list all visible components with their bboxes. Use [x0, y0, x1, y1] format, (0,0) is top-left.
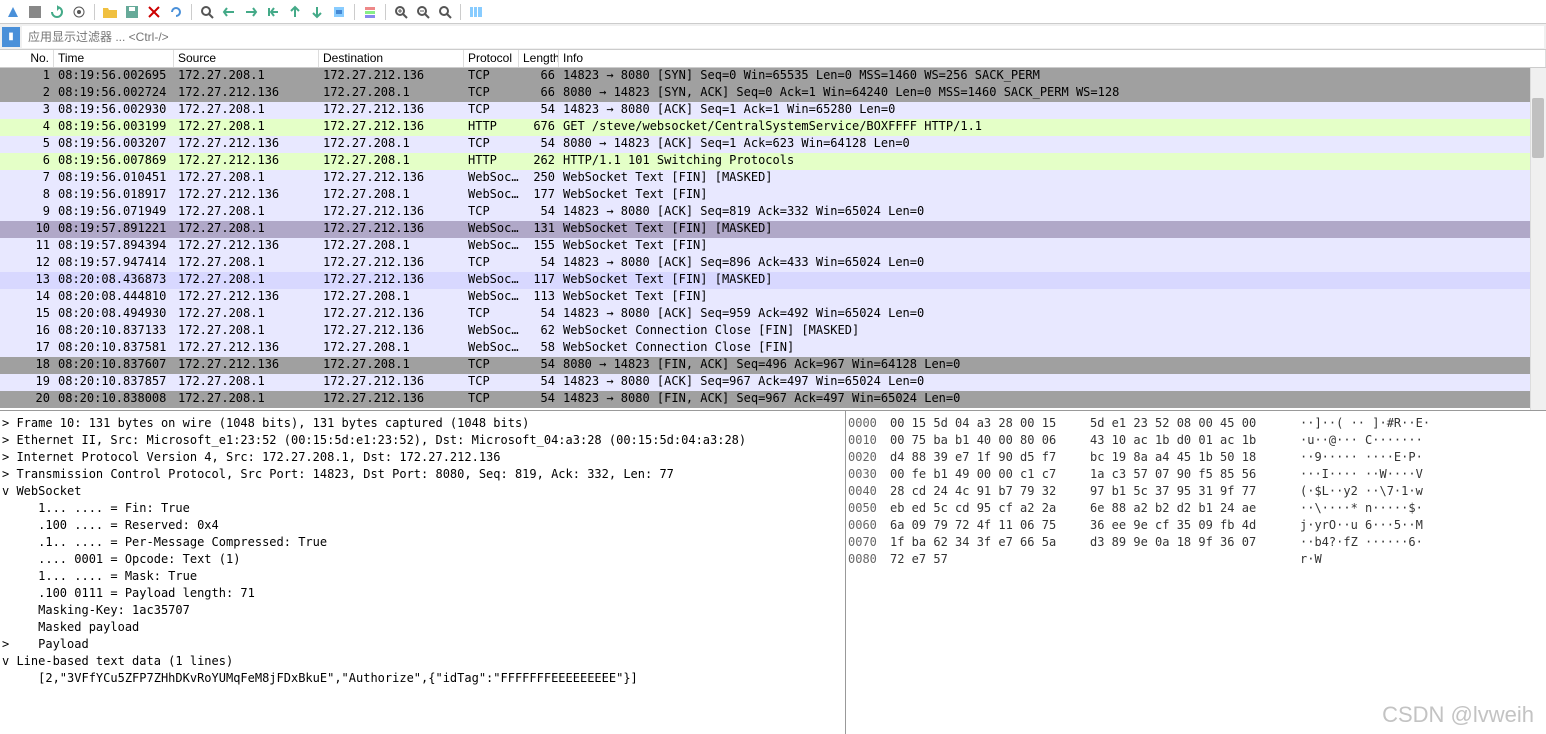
stop-icon[interactable] [26, 3, 44, 21]
hex-row[interactable]: 001000 75 ba b1 40 00 80 0643 10 ac 1b d… [848, 432, 1544, 449]
packet-row[interactable]: 1908:20:10.837857172.27.208.1172.27.212.… [0, 374, 1546, 391]
scrollbar-track[interactable] [1530, 68, 1546, 410]
packet-row[interactable]: 108:19:56.002695172.27.208.1172.27.212.1… [0, 68, 1546, 85]
scrollbar-thumb[interactable] [1532, 98, 1544, 158]
tree-line[interactable]: Masking-Key: 1ac35707 [2, 602, 843, 619]
packet-row[interactable]: 1008:19:57.891221172.27.208.1172.27.212.… [0, 221, 1546, 238]
zoom-out-icon[interactable] [414, 3, 432, 21]
packet-row[interactable]: 308:19:56.002930172.27.208.1172.27.212.1… [0, 102, 1546, 119]
tree-line[interactable]: .100 .... = Reserved: 0x4 [2, 517, 843, 534]
packet-row[interactable]: 1308:20:08.436873172.27.208.1172.27.212.… [0, 272, 1546, 289]
tree-line[interactable]: > Transmission Control Protocol, Src Por… [2, 466, 843, 483]
zoom-reset-icon[interactable] [436, 3, 454, 21]
hex-row[interactable]: 0020d4 88 39 e7 1f 90 d5 f7bc 19 8a a4 4… [848, 449, 1544, 466]
packet-row[interactable]: 708:19:56.010451172.27.208.1172.27.212.1… [0, 170, 1546, 187]
restart-icon[interactable] [48, 3, 66, 21]
packet-details-pane[interactable]: > Frame 10: 131 bytes on wire (1048 bits… [0, 411, 846, 734]
packet-row[interactable]: 1508:20:08.494930172.27.208.1172.27.212.… [0, 306, 1546, 323]
tree-line[interactable]: .100 0111 = Payload length: 71 [2, 585, 843, 602]
filter-bar: ▮ [0, 24, 1546, 50]
packet-row[interactable]: 808:19:56.018917172.27.212.136172.27.208… [0, 187, 1546, 204]
packet-list-header[interactable]: No. Time Source Destination Protocol Len… [0, 50, 1546, 68]
save-icon[interactable] [123, 3, 141, 21]
packet-bytes-pane[interactable]: 000000 15 5d 04 a3 28 00 155d e1 23 52 0… [846, 411, 1546, 734]
hex-row[interactable]: 00701f ba 62 34 3f e7 66 5ad3 89 9e 0a 1… [848, 534, 1544, 551]
col-header-no[interactable]: No. [0, 50, 54, 67]
tree-line[interactable]: v WebSocket [2, 483, 843, 500]
col-header-source[interactable]: Source [174, 50, 319, 67]
packet-list-pane: No. Time Source Destination Protocol Len… [0, 50, 1546, 411]
reload-icon[interactable] [167, 3, 185, 21]
tree-line[interactable]: v Line-based text data (1 lines) [2, 653, 843, 670]
display-filter-input[interactable] [22, 26, 1544, 48]
close-icon[interactable] [145, 3, 163, 21]
tree-line[interactable]: > Payload [2, 636, 843, 653]
packet-row[interactable]: 2008:20:10.838008172.27.208.1172.27.212.… [0, 391, 1546, 408]
hex-row[interactable]: 000000 15 5d 04 a3 28 00 155d e1 23 52 0… [848, 415, 1544, 432]
col-header-length[interactable]: Length [519, 50, 559, 67]
hex-row[interactable]: 0050eb ed 5c cd 95 cf a2 2a6e 88 a2 b2 d… [848, 500, 1544, 517]
packet-row[interactable]: 1108:19:57.894394172.27.212.136172.27.20… [0, 238, 1546, 255]
tree-line[interactable]: > Ethernet II, Src: Microsoft_e1:23:52 (… [2, 432, 843, 449]
tree-line[interactable]: Masked payload [2, 619, 843, 636]
packet-list-body[interactable]: 108:19:56.002695172.27.208.1172.27.212.1… [0, 68, 1546, 411]
go-first-icon[interactable] [286, 3, 304, 21]
tree-line[interactable]: 1... .... = Mask: True [2, 568, 843, 585]
tree-line[interactable]: .... 0001 = Opcode: Text (1) [2, 551, 843, 568]
hex-row[interactable]: 00606a 09 79 72 4f 11 06 7536 ee 9e cf 3… [848, 517, 1544, 534]
bottom-panes: > Frame 10: 131 bytes on wire (1048 bits… [0, 411, 1546, 734]
options-icon[interactable] [70, 3, 88, 21]
bookmark-icon[interactable]: ▮ [2, 27, 20, 47]
packet-row[interactable]: 1708:20:10.837581172.27.212.136172.27.20… [0, 340, 1546, 357]
autoscroll-icon[interactable] [330, 3, 348, 21]
find-icon[interactable] [198, 3, 216, 21]
hex-row[interactable]: 004028 cd 24 4c 91 b7 79 3297 b1 5c 37 9… [848, 483, 1544, 500]
tree-line[interactable]: 1... .... = Fin: True [2, 500, 843, 517]
hex-row[interactable]: 008072 e7 57r·W [848, 551, 1544, 568]
col-header-time[interactable]: Time [54, 50, 174, 67]
packet-row[interactable]: 1408:20:08.444810172.27.212.136172.27.20… [0, 289, 1546, 306]
packet-row[interactable]: 608:19:56.007869172.27.212.136172.27.208… [0, 153, 1546, 170]
shark-fin-icon[interactable] [4, 3, 22, 21]
prev-icon[interactable] [220, 3, 238, 21]
packet-row[interactable]: 1208:19:57.947414172.27.208.1172.27.212.… [0, 255, 1546, 272]
tree-line[interactable]: .1.. .... = Per-Message Compressed: True [2, 534, 843, 551]
packet-row[interactable]: 408:19:56.003199172.27.208.1172.27.212.1… [0, 119, 1546, 136]
resize-columns-icon[interactable] [467, 3, 485, 21]
packet-row[interactable]: 908:19:56.071949172.27.208.1172.27.212.1… [0, 204, 1546, 221]
open-icon[interactable] [101, 3, 119, 21]
hex-row[interactable]: 003000 fe b1 49 00 00 c1 c71a c3 57 07 9… [848, 466, 1544, 483]
col-header-destination[interactable]: Destination [319, 50, 464, 67]
jump-prev-icon[interactable] [264, 3, 282, 21]
packet-row[interactable]: 1608:20:10.837133172.27.208.1172.27.212.… [0, 323, 1546, 340]
packet-row[interactable]: 208:19:56.002724172.27.212.136172.27.208… [0, 85, 1546, 102]
zoom-in-icon[interactable] [392, 3, 410, 21]
tree-line[interactable]: > Frame 10: 131 bytes on wire (1048 bits… [2, 415, 843, 432]
next-icon[interactable] [242, 3, 260, 21]
main-toolbar [0, 0, 1546, 24]
colorize-icon[interactable] [361, 3, 379, 21]
go-last-icon[interactable] [308, 3, 326, 21]
col-header-info[interactable]: Info [559, 50, 1546, 67]
col-header-protocol[interactable]: Protocol [464, 50, 519, 67]
tree-line[interactable]: [2,"3VFfYCu5ZFP7ZHhDKvRoYUMqFeM8jFDxBkuE… [2, 670, 843, 687]
packet-row[interactable]: 508:19:56.003207172.27.212.136172.27.208… [0, 136, 1546, 153]
tree-line[interactable]: > Internet Protocol Version 4, Src: 172.… [2, 449, 843, 466]
packet-row[interactable]: 1808:20:10.837607172.27.212.136172.27.20… [0, 357, 1546, 374]
